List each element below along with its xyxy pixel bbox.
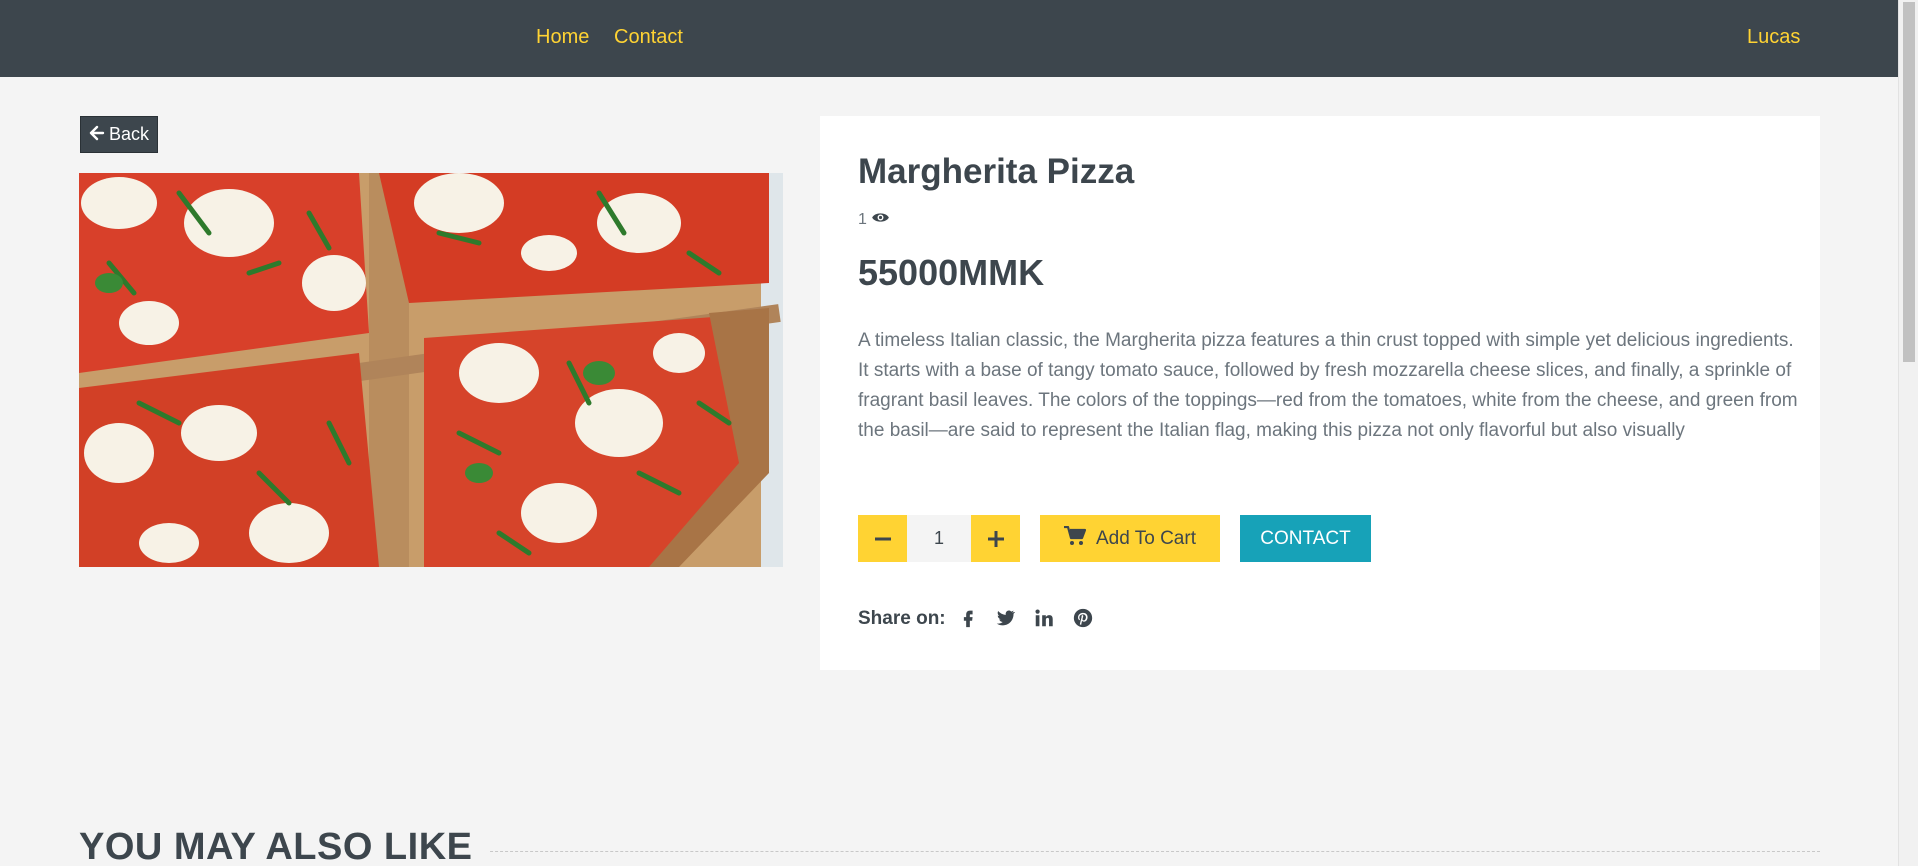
quantity-input[interactable] bbox=[907, 515, 971, 562]
linkedin-icon[interactable] bbox=[1031, 605, 1057, 631]
cart-icon bbox=[1064, 525, 1087, 552]
nav-link-contact[interactable]: Contact bbox=[614, 26, 683, 49]
minus-icon bbox=[874, 537, 891, 540]
scrollbar-thumb[interactable] bbox=[1903, 2, 1915, 362]
back-button[interactable]: Back bbox=[80, 116, 158, 153]
navbar: Home Contact Lucas bbox=[0, 0, 1898, 77]
product-description: A timeless Italian classic, the Margheri… bbox=[858, 330, 1798, 441]
product-title: Margherita Pizza bbox=[858, 152, 1135, 191]
view-count-value: 1 bbox=[858, 211, 867, 228]
section-divider bbox=[470, 851, 1820, 852]
eye-icon bbox=[871, 211, 890, 229]
arrow-left-icon bbox=[89, 125, 105, 144]
quantity-decrease-button[interactable] bbox=[858, 515, 907, 562]
back-button-label: Back bbox=[108, 124, 150, 144]
twitter-icon[interactable] bbox=[992, 605, 1018, 631]
related-section-heading: YOU MAY ALSO LIKE bbox=[79, 826, 489, 866]
user-menu[interactable]: Lucas bbox=[1747, 26, 1800, 49]
quantity-increase-button[interactable] bbox=[971, 515, 1020, 562]
contact-button[interactable]: CONTACT bbox=[1240, 515, 1371, 562]
facebook-icon[interactable] bbox=[955, 605, 981, 631]
pinterest-icon[interactable] bbox=[1070, 605, 1096, 631]
add-to-cart-button[interactable]: Add To Cart bbox=[1040, 515, 1220, 562]
product-image bbox=[79, 173, 783, 567]
share-label: Share on: bbox=[858, 608, 946, 629]
product-detail-card: Margherita Pizza 1 55000MMK A timeless I… bbox=[820, 116, 1820, 670]
view-count: 1 bbox=[858, 211, 890, 229]
add-to-cart-label: Add To Cart bbox=[1096, 527, 1196, 549]
product-price: 55000MMK bbox=[858, 252, 1045, 293]
nav-link-home[interactable]: Home bbox=[536, 26, 589, 49]
plus-icon bbox=[987, 530, 1004, 547]
page-scrollbar[interactable] bbox=[1898, 0, 1918, 866]
